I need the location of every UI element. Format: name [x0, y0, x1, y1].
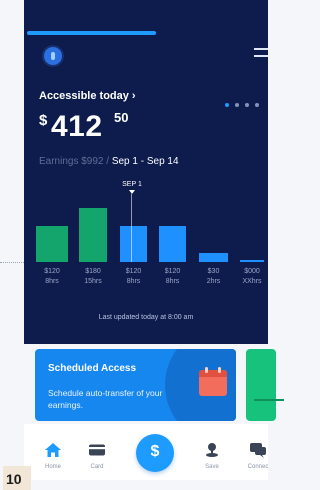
- carousel-dot[interactable]: [255, 103, 259, 107]
- nav-home[interactable]: Home: [33, 424, 73, 470]
- bar-hours-label: 15hrs: [84, 278, 102, 285]
- bar-hours-label: 8hrs: [165, 278, 180, 285]
- step-badge: 10: [3, 466, 31, 490]
- bar-label: $000 XXhrs: [235, 267, 269, 287]
- step-number: 10: [6, 471, 22, 487]
- bar-hours-label: 2hrs: [206, 278, 221, 285]
- bar-amount-label: $30: [207, 268, 220, 275]
- carousel-dot[interactable]: [245, 103, 249, 107]
- nav-save[interactable]: Save: [192, 424, 232, 470]
- amount-currency: $: [39, 112, 48, 129]
- nav-connect[interactable]: Connec: [238, 424, 278, 470]
- chart-marker-line: [131, 194, 132, 262]
- bar-label: $180 15hrs: [76, 267, 110, 287]
- carousel-dot[interactable]: [235, 103, 239, 107]
- nav-card-label: Card: [90, 464, 104, 470]
- nav-card[interactable]: Card: [77, 424, 117, 470]
- accessible-today-link[interactable]: Accessible today ›: [39, 90, 136, 102]
- bottom-navigation: Home Card $ Save Connec: [24, 424, 268, 480]
- bar-label: $120 8hrs: [35, 267, 69, 287]
- dotted-divider: [0, 262, 24, 263]
- bar-hours-label: XXhrs: [242, 278, 262, 285]
- bar-amount-label: $000: [244, 268, 260, 275]
- chart-bar[interactable]: [199, 253, 228, 262]
- nav-save-label: Save: [205, 464, 219, 470]
- menu-icon[interactable]: [254, 48, 268, 62]
- bar-amount-label: $120: [125, 268, 142, 275]
- bar-label: $120 8hrs: [156, 267, 190, 287]
- bar-hours-label: 8hrs: [45, 278, 59, 285]
- last-updated-text: Last updated today at 8:00 am: [98, 314, 194, 321]
- chart-marker-arrow: [129, 190, 135, 194]
- credit-card-icon: [77, 441, 117, 461]
- pay-period: Sep 1 - Sep 14: [111, 156, 179, 167]
- bar-hours-label: 8hrs: [126, 278, 141, 285]
- earnings-total: Earnings $992 /: [39, 156, 112, 167]
- card-description: Schedule auto-transfer of your earnings.: [48, 388, 163, 410]
- chart-bar[interactable]: [159, 226, 186, 262]
- chart-bar[interactable]: [120, 226, 147, 262]
- bar-amount-label: $120: [44, 268, 60, 275]
- progress-indicator: [27, 31, 156, 35]
- chat-icon: [238, 441, 278, 461]
- chart-bar[interactable]: [36, 226, 68, 262]
- card-title: Scheduled Access: [48, 363, 137, 374]
- bar-label: $120 8hrs: [117, 267, 151, 287]
- profile-avatar[interactable]: [44, 47, 62, 65]
- amount-whole: 412: [51, 110, 103, 143]
- bar-label: $30 2hrs: [197, 267, 231, 287]
- scheduled-access-card[interactable]: Scheduled Access Schedule auto-transfer …: [35, 349, 236, 421]
- carousel-dot-active[interactable]: [225, 103, 229, 107]
- chart-marker-label: SEP 1: [122, 181, 142, 188]
- nav-connect-label: Connec: [247, 464, 269, 470]
- earnings-summary: Earnings $992 / Sep 1 - Sep 14: [39, 156, 179, 167]
- home-icon: [33, 441, 73, 461]
- amount-cents: 50: [114, 110, 129, 125]
- calendar-icon: [199, 367, 227, 396]
- bar-amount-label: $180: [85, 268, 101, 275]
- chart-bar[interactable]: [79, 208, 107, 262]
- nav-home-label: Home: [44, 464, 61, 470]
- chart-bar[interactable]: [240, 260, 264, 262]
- next-card-preview[interactable]: [246, 349, 284, 421]
- pay-button[interactable]: $: [136, 434, 174, 472]
- dollar-icon: $: [150, 443, 160, 460]
- carousel-indicator: [225, 94, 265, 112]
- piggy-bank-icon: [192, 441, 232, 461]
- bar-amount-label: $120: [164, 268, 181, 275]
